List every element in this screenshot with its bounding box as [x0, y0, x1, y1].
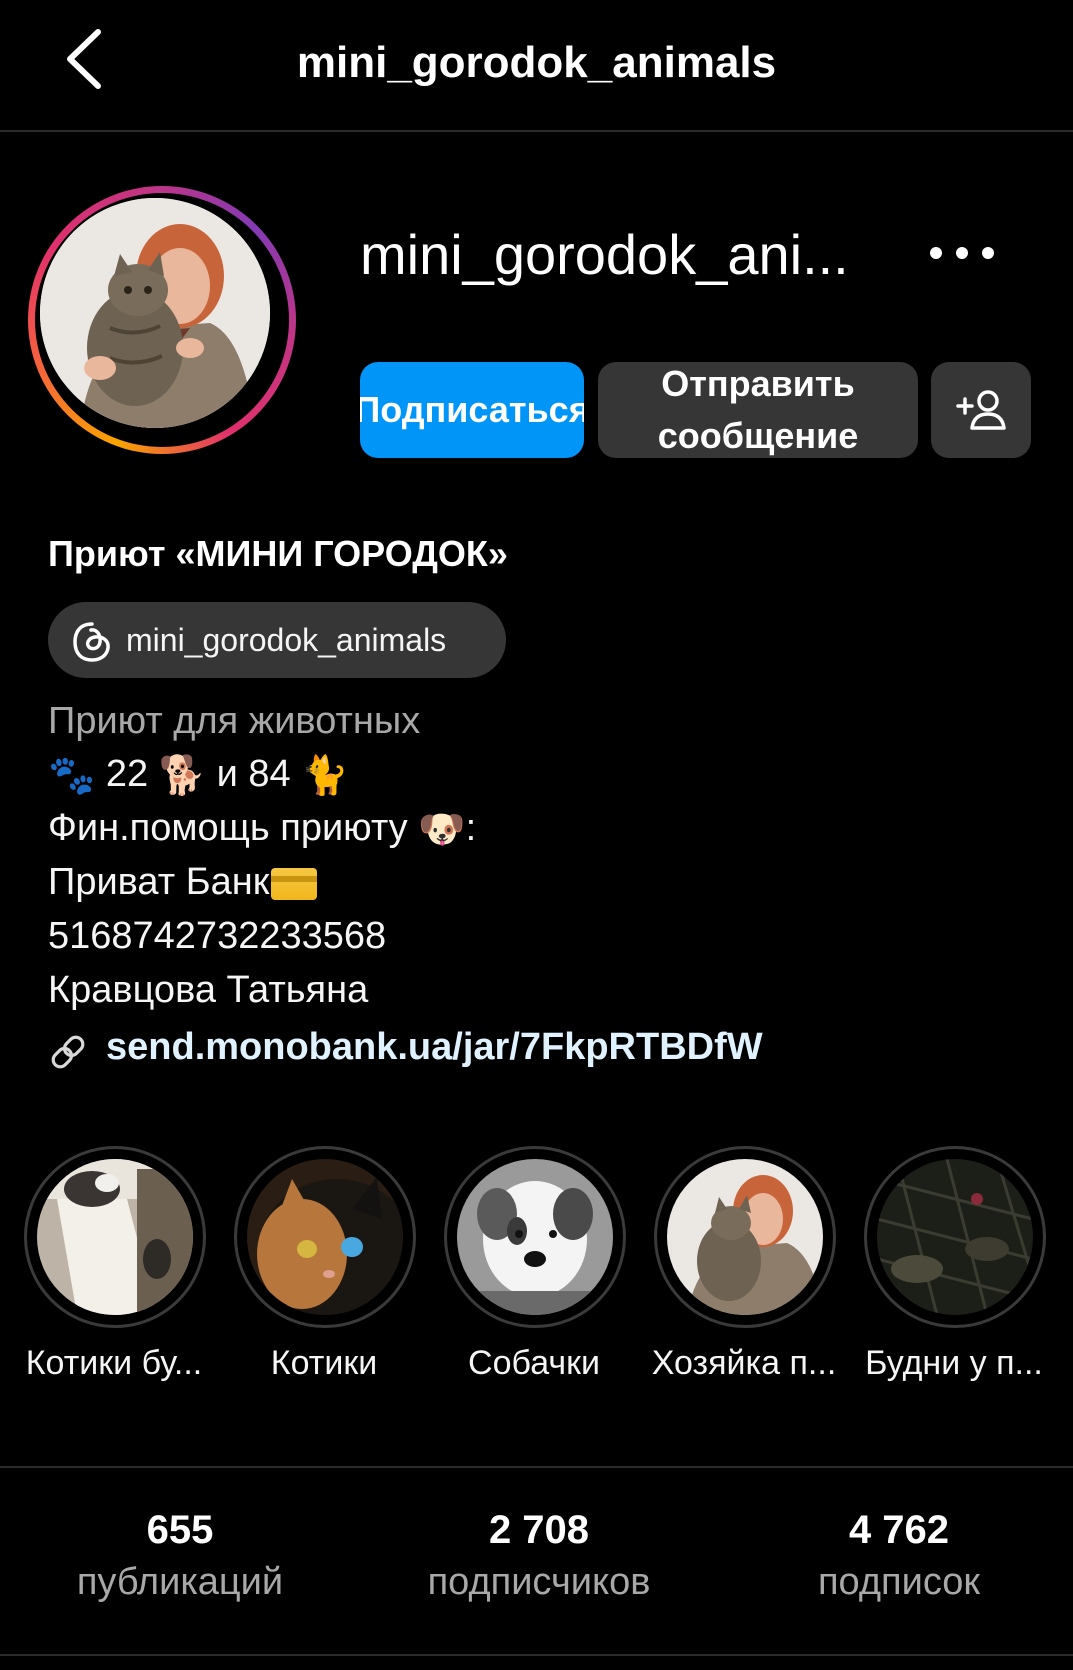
- dog-icon: 🐕: [158, 754, 207, 797]
- follow-button[interactable]: Подписаться: [360, 362, 584, 458]
- highlight-label: Будни у п...: [865, 1344, 1043, 1382]
- more-options-button[interactable]: [922, 228, 1002, 278]
- highlight-cover: [247, 1159, 403, 1315]
- message-button[interactable]: Отправить сообщение: [598, 362, 918, 458]
- highlight-cover: [37, 1159, 193, 1315]
- highlight-label: Собачки: [468, 1344, 600, 1382]
- profile-username: mini_gorodok_ani...: [360, 223, 849, 286]
- cat-icon: 🐈: [301, 754, 349, 797]
- highlight-label: Котики бу...: [25, 1344, 203, 1382]
- profile-stats: 655 публикаций 2 708 подписчиков 4 762 п…: [0, 1466, 1073, 1656]
- bio-counts-line: 🐾 22 🐕 и 84 🐈: [48, 753, 349, 798]
- top-bar: mini_gorodok_animals: [0, 0, 1073, 132]
- bio-link-text: send.monobank.ua/jar/7FkpRTBDfW: [106, 1026, 763, 1068]
- paw-prints-icon: 🐾: [48, 754, 96, 797]
- highlight-item[interactable]: Котики бу...: [14, 1146, 214, 1396]
- cats-count: 84: [248, 753, 291, 795]
- suggest-accounts-button[interactable]: [931, 362, 1031, 458]
- stat-value: 4 762: [848, 1508, 950, 1552]
- card-number: 5168742732233568: [48, 915, 387, 957]
- card-owner: Кравцова Татьяна: [48, 969, 369, 1011]
- highlight-item[interactable]: Котики: [224, 1146, 424, 1396]
- highlight-cover: [667, 1159, 823, 1315]
- follow-button-label: Подписаться: [360, 389, 584, 430]
- threads-badge[interactable]: mini_gorodok_animals: [48, 602, 506, 678]
- bio-help-suffix: :: [465, 807, 477, 849]
- add-person-icon: [956, 390, 1006, 430]
- following-count[interactable]: 4 762 подписок: [729, 1508, 1069, 1604]
- page-title: mini_gorodok_animals: [296, 38, 777, 87]
- dog-face-icon: 🐶: [418, 808, 466, 851]
- posts-count[interactable]: 655 публикаций: [10, 1508, 350, 1604]
- highlight-cover: [877, 1159, 1033, 1315]
- message-button-label: Отправить сообщение: [657, 363, 859, 456]
- highlight-label: Хозяйка п...: [651, 1344, 837, 1382]
- more-horizontal-icon: [930, 247, 994, 259]
- stat-label: подписок: [817, 1561, 981, 1603]
- highlight-item[interactable]: Будни у п...: [854, 1146, 1054, 1396]
- profile-display-name: Приют «МИНИ ГОРОДОК»: [48, 533, 508, 574]
- stat-value: 2 708: [488, 1508, 590, 1552]
- profile-avatar[interactable]: [28, 186, 296, 454]
- stat-label: публикаций: [76, 1561, 284, 1603]
- bio-bank-line: Приват Банк: [48, 861, 318, 904]
- profile-category: Приют для животных: [48, 700, 421, 742]
- credit-card-icon: [271, 867, 318, 900]
- bio-help-line: Фин.помощь приюту 🐶:: [48, 807, 476, 852]
- avatar-photo: [40, 198, 270, 428]
- bio-help-text: Фин.помощь приюту: [48, 807, 408, 849]
- followers-count[interactable]: 2 708 подписчиков: [369, 1508, 709, 1604]
- threads-handle: mini_gorodok_animals: [126, 622, 447, 658]
- link-icon: [51, 1035, 85, 1069]
- dogs-count: 22: [105, 753, 149, 795]
- highlight-item[interactable]: Хозяйка п...: [644, 1146, 844, 1396]
- bank-name: Приват Банк: [48, 861, 270, 903]
- bio-and: и: [216, 753, 238, 795]
- threads-icon: [73, 622, 110, 662]
- highlight-item[interactable]: Собачки: [434, 1146, 634, 1396]
- stat-value: 655: [146, 1508, 214, 1552]
- highlight-label: Котики: [270, 1344, 378, 1382]
- stat-label: подписчиков: [427, 1561, 651, 1603]
- highlight-cover: [457, 1159, 613, 1315]
